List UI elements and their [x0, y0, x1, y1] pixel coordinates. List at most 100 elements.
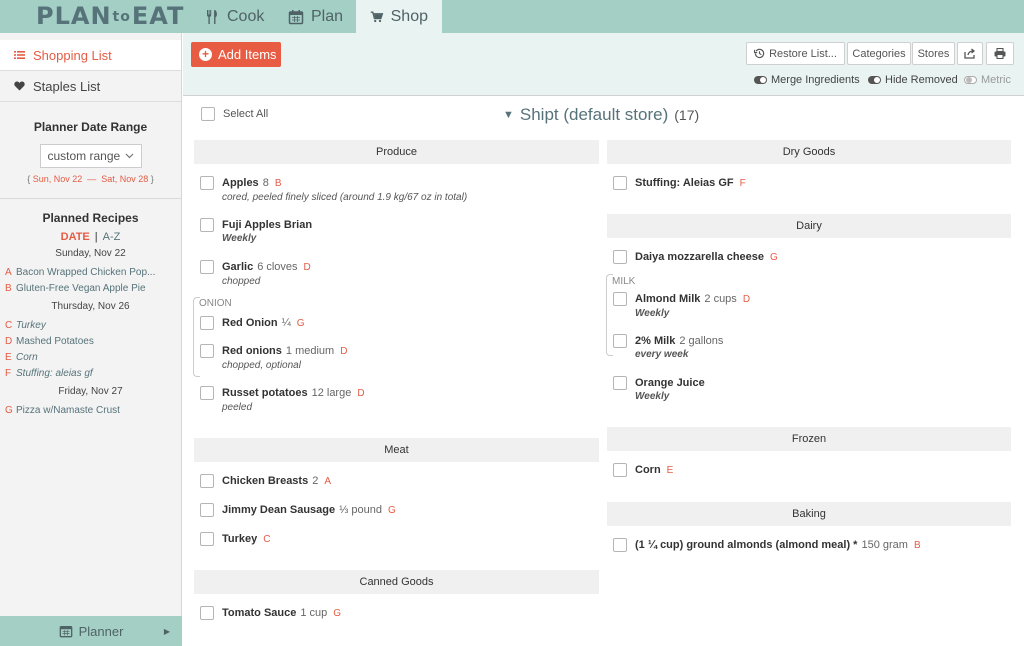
sort-date-link[interactable]: DATE — [61, 231, 90, 243]
category-produce: Produce — [194, 140, 599, 164]
item-checkbox[interactable] — [200, 344, 214, 358]
recipe-link[interactable]: B Gluten-Free Vegan Apple Pie — [0, 280, 181, 296]
calendar-icon — [59, 625, 72, 638]
item-name: Tomato Sauce — [222, 607, 297, 619]
list-item[interactable]: Daiya mozzarella cheese G — [613, 250, 778, 265]
sidebar-item-label: Staples List — [33, 78, 101, 94]
restore-list-button[interactable]: Restore List... — [746, 42, 845, 65]
range-select-value: custom range — [47, 149, 121, 163]
range-end-link[interactable]: Sat, Nov 28 — [101, 174, 148, 184]
item-checkbox[interactable] — [200, 316, 214, 330]
item-recipe-letter: E — [666, 465, 674, 476]
item-name: Chicken Breasts — [222, 475, 309, 487]
category-dry-goods: Dry Goods — [607, 140, 1011, 164]
heart-icon — [14, 81, 25, 91]
list-item[interactable]: 2% Milk 2 gallons every week — [613, 334, 723, 362]
sidebar: Shopping List Staples List Planner Date … — [0, 33, 182, 646]
list-item[interactable]: Orange Juice Weekly — [613, 376, 705, 404]
sidebar-item-shopping-list[interactable]: Shopping List — [0, 40, 181, 71]
item-checkbox[interactable] — [613, 376, 627, 390]
shopping-list-main: Select All ▼ Shipt (default store) (17) … — [183, 97, 1024, 646]
list-item[interactable]: Turkey C — [200, 532, 271, 547]
item-checkbox[interactable] — [613, 538, 627, 552]
range-start-link[interactable]: Sun, Nov 22 — [33, 174, 83, 184]
item-checkbox[interactable] — [613, 463, 627, 477]
item-quantity: 2 cups — [704, 293, 737, 305]
select-all-checkbox[interactable] — [201, 107, 215, 121]
app-logo[interactable]: PLANtoEAT — [36, 2, 184, 30]
recipe-link[interactable]: A Bacon Wrapped Chicken Pop... — [0, 264, 181, 280]
recipe-name: Pizza w/Namaste Crust — [16, 404, 120, 416]
item-name: Red Onion — [222, 317, 278, 329]
hide-removed-toggle[interactable]: Hide Removed — [868, 74, 958, 86]
item-name: Garlic — [222, 261, 254, 273]
recipe-link[interactable]: C Turkey — [0, 317, 181, 333]
select-all[interactable]: Select All — [201, 107, 268, 121]
item-checkbox[interactable] — [613, 292, 627, 306]
list-item[interactable]: Garlic 6 cloves D chopped — [200, 260, 311, 289]
recipe-name: Mashed Potatoes — [16, 335, 94, 347]
sort-az-link[interactable]: A-Z — [103, 231, 121, 243]
calendar-icon — [288, 9, 304, 24]
recipe-link[interactable]: F Stuffing: aleias gf — [0, 365, 181, 381]
cart-icon — [370, 11, 384, 22]
merge-ingredients-toggle[interactable]: Merge Ingredients — [754, 74, 860, 86]
toggle-on-icon — [868, 76, 881, 84]
list-item[interactable]: (1 ¼ cup) ground almonds (almond meal) *… — [613, 538, 921, 553]
item-name: Apples — [222, 177, 259, 189]
item-recipe-letter: G — [296, 318, 305, 329]
item-checkbox[interactable] — [613, 250, 627, 264]
item-checkbox[interactable] — [200, 218, 214, 232]
item-quantity: ⅓ pound — [339, 504, 382, 516]
recipe-link[interactable]: E Corn — [0, 349, 181, 365]
range-select[interactable]: custom range — [39, 144, 142, 168]
nav-tab-plan[interactable]: Plan — [274, 0, 357, 33]
planner-toggle-bar[interactable]: Planner ▶ — [0, 616, 182, 646]
recipe-link[interactable]: G Pizza w/Namaste Crust — [0, 402, 181, 418]
item-checkbox[interactable] — [200, 503, 214, 517]
item-checkbox[interactable] — [200, 606, 214, 620]
item-quantity: 8 — [262, 177, 269, 189]
category-baking: Baking — [607, 502, 1011, 526]
metric-toggle[interactable]: Metric — [964, 74, 1011, 86]
item-checkbox[interactable] — [613, 176, 627, 190]
print-button[interactable] — [986, 42, 1014, 65]
recipe-link[interactable]: D Mashed Potatoes — [0, 333, 181, 349]
utensils-icon — [207, 9, 217, 24]
item-name: Jimmy Dean Sausage — [222, 504, 336, 516]
store-heading[interactable]: ▼ Shipt (default store) (17) — [503, 105, 699, 125]
list-item[interactable]: Chicken Breasts 2 A — [200, 474, 331, 489]
list-item[interactable]: Red onions 1 medium D chopped, optional — [200, 344, 347, 373]
item-checkbox[interactable] — [200, 386, 214, 400]
stores-button[interactable]: Stores — [912, 42, 955, 65]
list-item[interactable]: Red Onion ¼ G — [200, 316, 305, 331]
list-item[interactable]: Russet potatoes 12 large D peeled — [200, 386, 365, 415]
item-quantity: 12 large — [311, 387, 352, 399]
add-items-button[interactable]: + Add Items — [191, 42, 281, 67]
share-button[interactable] — [957, 42, 983, 65]
list-icon — [14, 51, 25, 59]
list-item[interactable]: Almond Milk 2 cups D Weekly — [613, 292, 750, 321]
recipe-letter: C — [5, 319, 13, 331]
item-checkbox[interactable] — [200, 176, 214, 190]
categories-button[interactable]: Categories — [847, 42, 911, 65]
list-item[interactable]: Stuffing: Aleias GF F — [613, 176, 746, 191]
item-checkbox[interactable] — [200, 532, 214, 546]
item-note: every week — [635, 349, 689, 360]
nav-tab-shop-label: Shop — [390, 7, 428, 25]
sort-separator: | — [94, 231, 98, 243]
list-item[interactable]: Apples 8 B cored, peeled finely sliced (ar… — [200, 176, 467, 205]
nav-tab-cook[interactable]: Cook — [190, 0, 278, 33]
item-checkbox[interactable] — [613, 334, 627, 348]
item-checkbox[interactable] — [200, 474, 214, 488]
item-quantity: ¼ — [281, 317, 291, 329]
list-item[interactable]: Fuji Apples Brian Weekly — [200, 218, 312, 246]
item-checkbox[interactable] — [200, 260, 214, 274]
recipe-letter: B — [5, 282, 12, 294]
list-item[interactable]: Jimmy Dean Sausage ⅓ pound G — [200, 503, 396, 518]
store-name: Shipt (default store) — [519, 105, 669, 124]
list-item[interactable]: Corn E — [613, 463, 673, 478]
sidebar-item-staples-list[interactable]: Staples List — [0, 71, 181, 102]
list-item[interactable]: Tomato Sauce 1 cup G — [200, 606, 341, 621]
nav-tab-shop[interactable]: Shop — [356, 0, 442, 33]
